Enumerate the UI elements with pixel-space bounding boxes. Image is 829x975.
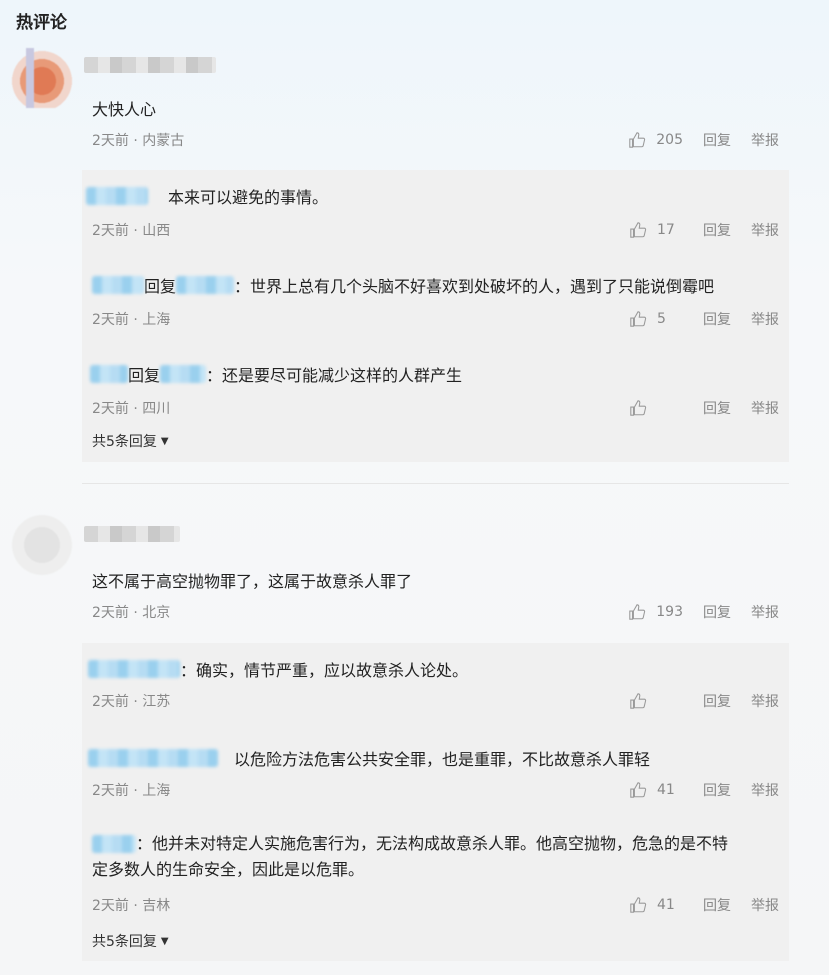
comment-actions: 205 回复 举报 (623, 130, 779, 150)
like-button[interactable]: 193 (623, 603, 683, 621)
thumbs-up-icon (629, 604, 646, 620)
avatar[interactable] (12, 515, 72, 575)
like-button[interactable]: 41 (623, 781, 683, 799)
report-button[interactable]: 举报 (751, 220, 779, 240)
thumbs-up-icon (630, 222, 647, 238)
like-count: 41 (657, 897, 675, 913)
like-count: 193 (656, 604, 683, 620)
comment-actions: 193 回复 举报 (623, 602, 779, 622)
reply-text-line2: 定多数人的生命安全，因此是以危罪。 (92, 860, 365, 879)
thumbs-up-icon (630, 897, 647, 913)
reply-meta: 2天前 · 江苏 (92, 694, 171, 710)
reply-meta: 2天前 · 四川 (92, 401, 171, 417)
like-button[interactable]: 17 (623, 221, 683, 239)
reply-button[interactable]: 回复 (703, 691, 731, 711)
reply-button[interactable]: 回复 (703, 895, 731, 915)
reply-meta: 2天前 · 上海 (92, 783, 171, 799)
comment-meta: 2天前 · 北京 (92, 605, 171, 621)
username-blurred[interactable] (84, 526, 180, 542)
reply-connector: 回复 (128, 366, 161, 385)
like-button[interactable] (623, 692, 683, 710)
reply-meta: 2天前 · 上海 (92, 312, 171, 328)
reply-text: 本来可以避免的事情。 (168, 188, 329, 207)
like-button[interactable]: 5 (623, 310, 683, 328)
thumbs-up-icon (629, 132, 646, 148)
reply-username-blurred[interactable] (88, 749, 218, 767)
thumbs-up-icon (630, 400, 647, 416)
reply-button[interactable]: 回复 (703, 780, 731, 800)
reply-username-blurred[interactable] (86, 187, 148, 205)
more-replies-label: 共5条回复 (92, 434, 157, 450)
reply-text-line1: ：他并未对特定人实施危害行为，无法构成故意杀人罪。他高空抛物，危急的是不特 (136, 834, 729, 853)
like-count: 205 (656, 132, 683, 148)
reply-button[interactable]: 回复 (703, 220, 731, 240)
reply-username-blurred[interactable] (88, 660, 180, 678)
report-button[interactable]: 举报 (751, 309, 779, 329)
like-button[interactable]: 41 (623, 896, 683, 914)
more-replies-label: 共5条回复 (92, 934, 157, 950)
reply-username-blurred[interactable] (92, 835, 136, 853)
report-button[interactable]: 举报 (751, 691, 779, 711)
reply-button[interactable]: 回复 (703, 130, 731, 150)
more-replies-toggle[interactable]: 共5条回复 ▼ (92, 431, 169, 451)
reply-username-blurred[interactable] (90, 365, 128, 383)
username-blurred[interactable] (84, 57, 216, 73)
like-button[interactable]: 205 (623, 131, 683, 149)
reply-connector: 回复 (144, 277, 177, 296)
section-title: 热评论 (16, 13, 67, 33)
comment-content: 大快人心 (92, 100, 157, 119)
avatar[interactable] (12, 48, 72, 108)
reply-button[interactable]: 回复 (703, 398, 731, 418)
like-count: 17 (657, 222, 675, 238)
report-button[interactable]: 举报 (751, 780, 779, 800)
reply-username-blurred[interactable] (92, 276, 144, 294)
report-button[interactable]: 举报 (751, 602, 779, 622)
like-count: 41 (657, 782, 675, 798)
caret-down-icon: ▼ (160, 435, 169, 447)
report-button[interactable]: 举报 (751, 130, 779, 150)
more-replies-toggle[interactable]: 共5条回复 ▼ (92, 931, 169, 951)
reply-box: ：确实，情节严重，应以故意杀人论处。 2天前 · 江苏 回复 举报 以危险方法危… (82, 643, 789, 961)
like-button[interactable] (623, 399, 683, 417)
report-button[interactable]: 举报 (751, 398, 779, 418)
thumbs-up-icon (630, 311, 647, 327)
thumbs-up-icon (630, 693, 647, 709)
reply-target-blurred[interactable] (160, 365, 207, 383)
reply-meta: 2天前 · 吉林 (92, 898, 171, 914)
reply-button[interactable]: 回复 (703, 309, 731, 329)
thumbs-up-icon (630, 782, 647, 798)
report-button[interactable]: 举报 (751, 895, 779, 915)
comment-content: 这不属于高空抛物罪了，这属于故意杀人罪了 (92, 572, 413, 591)
comment-meta: 2天前 · 内蒙古 (92, 133, 185, 149)
reply-text: 以危险方法危害公共安全罪，也是重罪，不比故意杀人罪轻 (234, 750, 651, 769)
reply-box: 本来可以避免的事情。 2天前 · 山西 17 回复 举报 回复 ：世界上总有几个… (82, 170, 789, 462)
reply-target-blurred[interactable] (176, 276, 235, 294)
comment-divider (82, 483, 789, 484)
reply-text: ：世界上总有几个头脑不好喜欢到处破坏的人，遇到了只能说倒霉吧 (234, 277, 715, 296)
reply-text: ：确实，情节严重，应以故意杀人论处。 (180, 661, 469, 680)
caret-down-icon: ▼ (160, 935, 169, 947)
reply-button[interactable]: 回复 (703, 602, 731, 622)
reply-meta: 2天前 · 山西 (92, 223, 171, 239)
like-count: 5 (657, 311, 666, 327)
reply-text: ：还是要尽可能减少这样的人群产生 (206, 366, 463, 385)
